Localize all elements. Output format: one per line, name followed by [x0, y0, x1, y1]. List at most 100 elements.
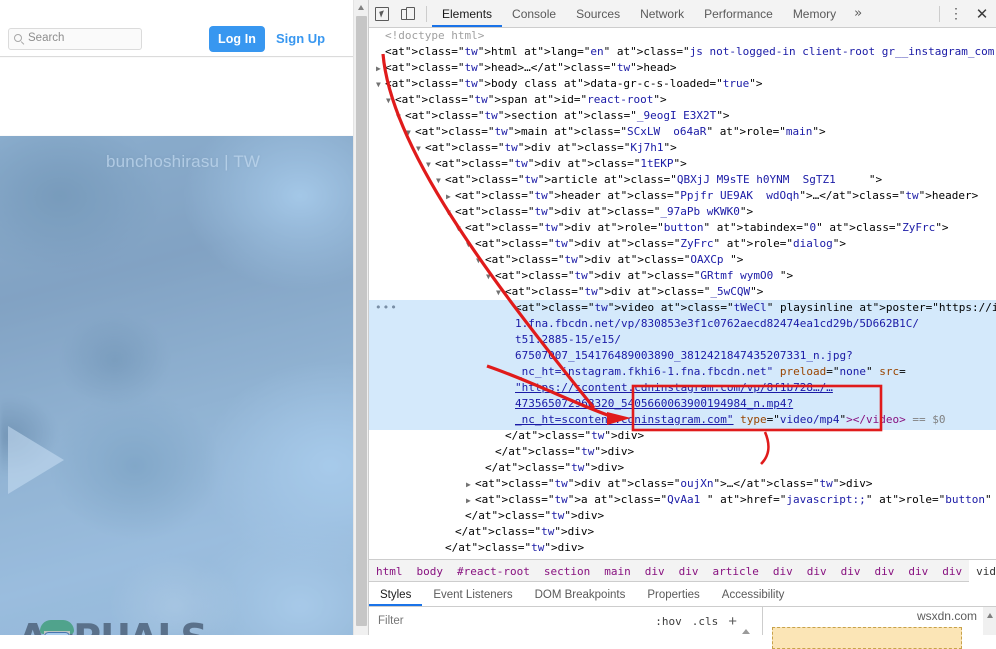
disclosure-triangle-icon[interactable]: ▶ [446, 189, 455, 205]
dom-node-line[interactable]: _nc_ht=instagram.fkhi6-1.fna.fbcdn.net" … [369, 364, 996, 380]
styles-filter-row: :hov .cls + [369, 607, 763, 635]
scroll-up-arrow-icon[interactable] [354, 0, 368, 15]
breadcrumb-item-5[interactable]: div [638, 560, 672, 582]
collapsed-ellipsis-icon[interactable]: ••• [375, 300, 398, 316]
disclosure-triangle-icon[interactable]: ▶ [466, 493, 475, 509]
disclosure-triangle-icon[interactable]: ▶ [466, 477, 475, 493]
dom-node-line[interactable]: ▶ <at">class="tw">a at">class="QvAa1 " at… [369, 492, 996, 508]
dom-node-line[interactable]: <!doctype html> [369, 28, 996, 44]
disclosure-triangle-icon[interactable]: ▼ [386, 93, 395, 109]
dom-node-line[interactable]: ••• <at">class="tw">video at">class="tWeC… [369, 300, 996, 316]
dom-node-line[interactable]: </at">class="tw">div> [369, 508, 996, 524]
dom-node-line[interactable]: </at">class="tw">div> [369, 460, 996, 476]
computed-sidebar-toggle-icon[interactable] [742, 612, 758, 634]
computed-pane-scroll-up-icon[interactable] [983, 607, 996, 635]
cls-toggle[interactable]: .cls [687, 615, 724, 628]
disclosure-triangle-icon[interactable]: ▼ [466, 237, 475, 253]
chevron-double-right-icon[interactable]: » [846, 6, 870, 21]
computed-box-model-pane: wsxdn.com [763, 607, 996, 649]
dom-node-line[interactable]: ▼ <at">class="tw">div at">class="GRtmf wy… [369, 268, 996, 284]
dom-node-line[interactable]: </at">class="tw">div> [369, 444, 996, 460]
disclosure-triangle-icon[interactable]: ▼ [486, 269, 495, 285]
tab-memory[interactable]: Memory [783, 0, 846, 27]
page-scrollbar[interactable] [353, 0, 368, 635]
disclosure-triangle-icon[interactable]: ▼ [376, 77, 385, 93]
disclosure-triangle-icon[interactable]: ▶ [376, 61, 385, 77]
breadcrumb-item-14[interactable]: video.tWeCl [969, 559, 996, 582]
dom-node-line[interactable]: ▼ <at">class="tw">div at">class="Kj7h1"> [369, 140, 996, 156]
breadcrumb-item-11[interactable]: div [867, 560, 901, 582]
plus-icon[interactable]: + [723, 613, 742, 630]
breadcrumb-item-10[interactable]: div [834, 560, 868, 582]
breadcrumb-item-8[interactable]: div [766, 560, 800, 582]
disclosure-triangle-icon[interactable]: ▼ [476, 253, 485, 269]
dom-node-line[interactable]: ▶ <at">class="tw">head>…</at">class="tw">… [369, 60, 996, 76]
styles-tab-dom-breakpoints[interactable]: DOM Breakpoints [524, 582, 637, 606]
signup-link[interactable]: Sign Up [276, 31, 325, 46]
disclosure-triangle-icon[interactable]: ▼ [436, 173, 445, 189]
dom-node-line[interactable]: 473565072968320_5405660063900194984_n.mp… [369, 396, 996, 412]
styles-tab-styles[interactable]: Styles [369, 582, 423, 606]
hov-toggle[interactable]: :hov [650, 615, 687, 628]
breadcrumb-item-7[interactable]: article [705, 560, 765, 582]
dom-node-line[interactable]: 67507007_154176489003890_381242184743520… [369, 348, 996, 364]
tab-network[interactable]: Network [630, 0, 694, 27]
dom-node-line[interactable]: ▶ <at">class="tw">header at">class="Ppjfr… [369, 188, 996, 204]
disclosure-triangle-icon[interactable]: ▼ [446, 205, 455, 221]
tab-elements[interactable]: Elements [432, 0, 503, 27]
breadcrumb-item-0[interactable]: html [369, 560, 410, 582]
styles-tab-accessibility[interactable]: Accessibility [711, 582, 796, 606]
dom-node-line[interactable]: ▶ <at">class="tw">div at">class="oujXn">…… [369, 476, 996, 492]
close-icon[interactable]: ✕ [967, 5, 996, 23]
dom-node-line[interactable]: 1.fna.fbcdn.net/vp/830853e3f1c0762aecd82… [369, 316, 996, 332]
box-model-diagram[interactable] [772, 627, 962, 649]
styles-filter-input[interactable] [369, 614, 651, 628]
search-input[interactable]: Search [8, 28, 142, 50]
breadcrumb-item-6[interactable]: div [672, 560, 706, 582]
dom-node-line[interactable]: ▼ <at">class="tw">main at">class="SCxLW o… [369, 124, 996, 140]
dom-node-line[interactable]: </at">class="tw">div> [369, 556, 996, 558]
tab-sources[interactable]: Sources [566, 0, 630, 27]
device-toolbar-icon[interactable] [395, 1, 421, 27]
breadcrumb-item-2[interactable]: #react-root [450, 560, 537, 582]
styles-tab-properties[interactable]: Properties [636, 582, 710, 606]
dom-node-line[interactable]: _nc_ht=scontent.cdninstagram.com" type="… [369, 412, 996, 428]
dom-node-line[interactable]: </at">class="tw">div> [369, 540, 996, 556]
tab-console[interactable]: Console [502, 0, 566, 27]
dom-node-line[interactable]: ▼ <at">class="tw">article at">class="QBXj… [369, 172, 996, 188]
disclosure-triangle-icon[interactable]: ▼ [396, 109, 405, 125]
breadcrumb-item-4[interactable]: main [597, 560, 638, 582]
dom-node-line[interactable]: </at">class="tw">div> [369, 524, 996, 540]
dom-node-line[interactable]: ▼ <at">class="tw">div at">class="1tEKP"> [369, 156, 996, 172]
dom-node-line[interactable]: ▼ <at">class="tw">div at">class="_5wCQW"> [369, 284, 996, 300]
breadcrumb-item-1[interactable]: body [410, 560, 451, 582]
disclosure-triangle-icon[interactable]: ▼ [406, 125, 415, 141]
dom-node-line[interactable]: <at">class="tw">html at">lang="en" at">c… [369, 44, 996, 60]
breadcrumb-item-13[interactable]: div [935, 560, 969, 582]
dom-node-line[interactable]: ▼ <at">class="tw">body class at">data-gr-… [369, 76, 996, 92]
scrollbar-thumb[interactable] [356, 16, 367, 626]
disclosure-triangle-icon[interactable]: ▼ [416, 141, 425, 157]
dom-node-line[interactable]: ▼ <at">class="tw">div at">class="ZyFrc" a… [369, 236, 996, 252]
dom-node-line[interactable]: ▼ <at">class="tw">div at">class="_97aPb w… [369, 204, 996, 220]
tab-performance[interactable]: Performance [694, 0, 783, 27]
dom-tree[interactable]: <!doctype html> <at">class="tw">html at">… [369, 28, 996, 558]
dom-node-line[interactable]: </at">class="tw">div> [369, 428, 996, 444]
dom-node-line[interactable]: ▼ <at">class="tw">div at">class="OAXCp "> [369, 252, 996, 268]
dom-node-line[interactable]: ▼ <at">class="tw">section at">class="_9eo… [369, 108, 996, 124]
breadcrumb-item-3[interactable]: section [537, 560, 597, 582]
disclosure-triangle-icon[interactable]: ▼ [496, 285, 505, 301]
post-media-video[interactable]: bunchoshirasu | TW APPUALS FROM THE EXPE… [0, 136, 353, 635]
kebab-menu-icon[interactable]: ⋮ [945, 7, 967, 21]
dom-node-line[interactable]: ▼ <at">class="tw">span at">id="react-root… [369, 92, 996, 108]
dom-node-line[interactable]: ▼ <at">class="tw">div at">role="button" a… [369, 220, 996, 236]
dom-node-line[interactable]: "https://scontent.cdninstagram.com/vp/8f… [369, 380, 996, 396]
disclosure-triangle-icon[interactable]: ▼ [456, 221, 465, 237]
inspect-element-icon[interactable] [369, 1, 395, 27]
disclosure-triangle-icon[interactable]: ▼ [426, 157, 435, 173]
breadcrumb-item-9[interactable]: div [800, 560, 834, 582]
styles-tab-event-listeners[interactable]: Event Listeners [422, 582, 523, 606]
login-button[interactable]: Log In [209, 26, 265, 52]
dom-node-line[interactable]: t51.2885-15/e15/ [369, 332, 996, 348]
breadcrumb-item-12[interactable]: div [901, 560, 935, 582]
